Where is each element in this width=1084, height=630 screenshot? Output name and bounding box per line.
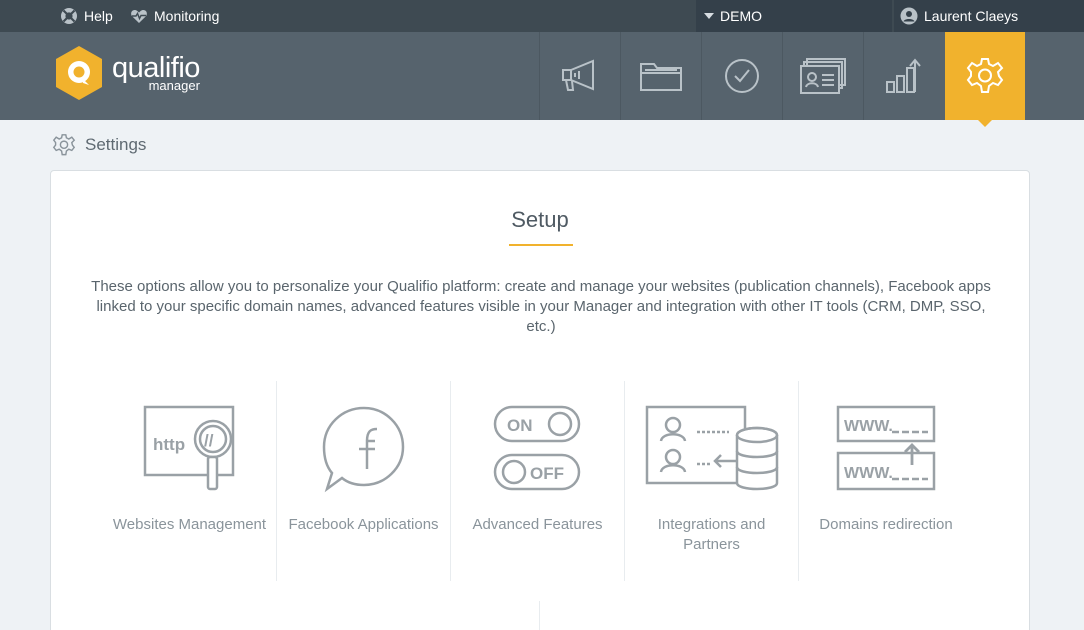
facebook-bubble-icon bbox=[322, 406, 404, 493]
help-label: Help bbox=[84, 8, 113, 24]
nav-validation[interactable] bbox=[701, 32, 782, 120]
breadcrumb: Settings bbox=[52, 133, 146, 157]
nav-statistics[interactable] bbox=[863, 32, 944, 120]
gear-icon bbox=[52, 134, 76, 156]
folder-icon bbox=[640, 63, 682, 91]
svg-text:ON: ON bbox=[507, 416, 533, 435]
lifebuoy-icon bbox=[61, 8, 77, 24]
setup-panel: Setup These options allow you to persona… bbox=[50, 170, 1030, 630]
svg-text://: // bbox=[204, 431, 214, 450]
integration-database-icon bbox=[645, 405, 778, 491]
setup-description: These options allow you to personalize y… bbox=[91, 278, 991, 335]
user-avatar-icon bbox=[900, 7, 918, 25]
user-name: Laurent Claeys bbox=[924, 8, 1019, 24]
feature-facebook-applications[interactable]: Facebook Applications bbox=[277, 381, 451, 581]
svg-text:WWW.: WWW. bbox=[844, 465, 893, 482]
nav-contacts[interactable] bbox=[782, 32, 863, 120]
feature-label: Websites Management bbox=[112, 516, 267, 533]
nav-library[interactable] bbox=[620, 32, 701, 120]
svg-text:WWW.: WWW. bbox=[844, 418, 893, 435]
heartbeat-icon bbox=[131, 10, 147, 23]
megaphone-icon bbox=[562, 59, 594, 91]
feature-label: Advanced Features bbox=[472, 516, 603, 533]
www-redirect-icon: WWW. WWW. bbox=[836, 405, 936, 491]
nav-campaigns[interactable] bbox=[539, 32, 620, 120]
title-underline bbox=[509, 244, 573, 246]
monitoring-link[interactable]: Monitoring bbox=[130, 0, 219, 32]
breadcrumb-label: Settings bbox=[85, 135, 147, 154]
top-bar: Help Monitoring DEMO Laurent Claeys bbox=[0, 0, 1084, 32]
caret-down-icon bbox=[704, 13, 714, 19]
nav-settings[interactable] bbox=[945, 32, 1025, 127]
workspace-label: DEMO bbox=[720, 8, 762, 24]
monitoring-label: Monitoring bbox=[154, 8, 220, 24]
help-link[interactable]: Help bbox=[60, 0, 113, 32]
user-menu[interactable]: Laurent Claeys bbox=[894, 0, 1084, 32]
svg-text:http: http bbox=[153, 435, 185, 454]
feature-integrations-partners[interactable]: Integrations and Partners bbox=[625, 381, 799, 581]
on-off-toggle-icon: ON OFF bbox=[493, 405, 580, 491]
svg-text:OFF: OFF bbox=[530, 464, 564, 483]
feature-label: Domains redirection bbox=[819, 516, 953, 533]
gear-icon bbox=[966, 58, 1004, 93]
qualifio-hexagon-icon bbox=[56, 46, 102, 100]
workspace-selector[interactable]: DEMO bbox=[696, 0, 892, 32]
qualifio-logo[interactable]: qualifio manager bbox=[54, 45, 200, 101]
setup-title: Setup bbox=[511, 207, 569, 232]
http-magnifier-icon: http // bbox=[143, 405, 234, 491]
feature-advanced-features[interactable]: ON OFF Advanced Features bbox=[451, 381, 625, 581]
feature-websites-management[interactable]: http // Websites Management bbox=[103, 381, 277, 581]
feature-domains-redirection[interactable]: WWW. WWW. Domains redirection bbox=[799, 381, 973, 581]
feature-label: Integrations and Partners bbox=[657, 516, 766, 553]
bar-chart-icon bbox=[886, 58, 921, 93]
check-circle-icon bbox=[725, 59, 759, 93]
feature-label: Facebook Applications bbox=[288, 516, 439, 533]
feature-grid: http // Websites Management Facebook App… bbox=[103, 381, 977, 581]
main-header: qualifio manager bbox=[0, 32, 1084, 127]
divider bbox=[539, 601, 540, 630]
contacts-icon bbox=[800, 58, 846, 94]
